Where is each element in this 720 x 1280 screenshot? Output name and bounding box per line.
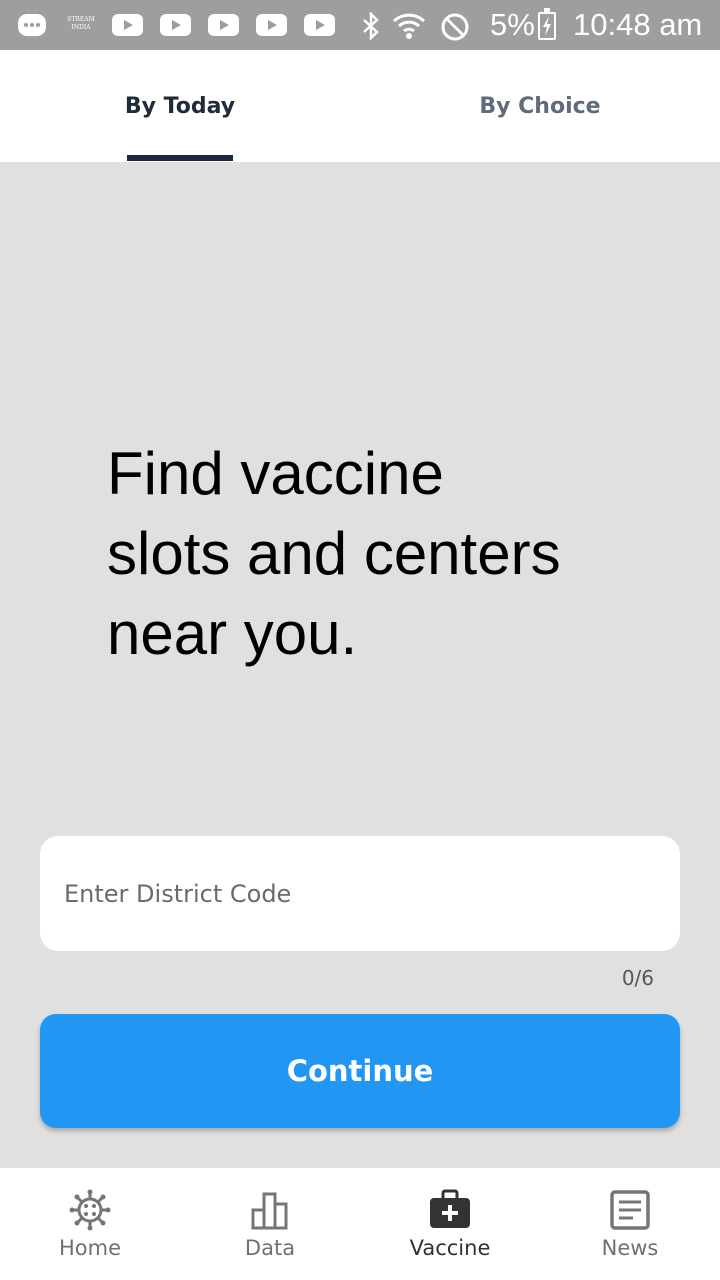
youtube-icon	[208, 14, 239, 36]
nav-label-home: Home	[58, 1236, 121, 1260]
message-icon	[18, 14, 46, 36]
youtube-icon	[256, 14, 287, 36]
nav-item-news[interactable]: News	[540, 1168, 720, 1280]
nav-item-data[interactable]: Data	[180, 1168, 360, 1280]
tab-by-choice[interactable]: By Choice	[390, 50, 690, 162]
bottom-navigation: Home Data Vaccine News	[0, 1168, 720, 1280]
status-bar: STREAM INDIA 5% 10:48 am	[0, 0, 720, 50]
youtube-icon	[160, 14, 191, 36]
stream-india-icon: STREAM INDIA	[67, 16, 95, 31]
tab-bar: By Today By Choice	[0, 50, 720, 162]
article-icon	[610, 1190, 650, 1230]
clock: 10:48 am	[573, 7, 703, 42]
nav-label-vaccine: Vaccine	[409, 1236, 491, 1260]
district-code-field	[40, 836, 680, 951]
virus-icon	[69, 1189, 111, 1231]
tab-by-today[interactable]: By Today	[30, 50, 330, 162]
active-tab-indicator	[127, 155, 233, 161]
headline: Find vaccine slots and centers near you.	[107, 440, 561, 667]
medical-kit-icon	[430, 1189, 470, 1228]
character-counter: 0/6	[621, 966, 654, 990]
do-not-disturb-icon	[441, 13, 469, 41]
screen: STREAM INDIA 5% 10:48 am By Today By Cho…	[0, 0, 720, 1280]
district-code-input[interactable]	[64, 836, 654, 951]
nav-item-home[interactable]: Home	[0, 1168, 180, 1280]
bar-chart-icon	[251, 1192, 288, 1230]
bluetooth-icon	[363, 12, 379, 40]
wifi-icon	[392, 13, 426, 39]
nav-label-data: Data	[244, 1236, 296, 1260]
nav-item-vaccine[interactable]: Vaccine	[360, 1168, 540, 1280]
battery-percent: 5%	[490, 7, 535, 42]
battery-charging-icon	[538, 8, 556, 40]
youtube-icon	[112, 14, 143, 36]
youtube-icon	[304, 14, 335, 36]
continue-button[interactable]: Continue	[40, 1014, 680, 1128]
nav-label-news: News	[601, 1236, 659, 1260]
